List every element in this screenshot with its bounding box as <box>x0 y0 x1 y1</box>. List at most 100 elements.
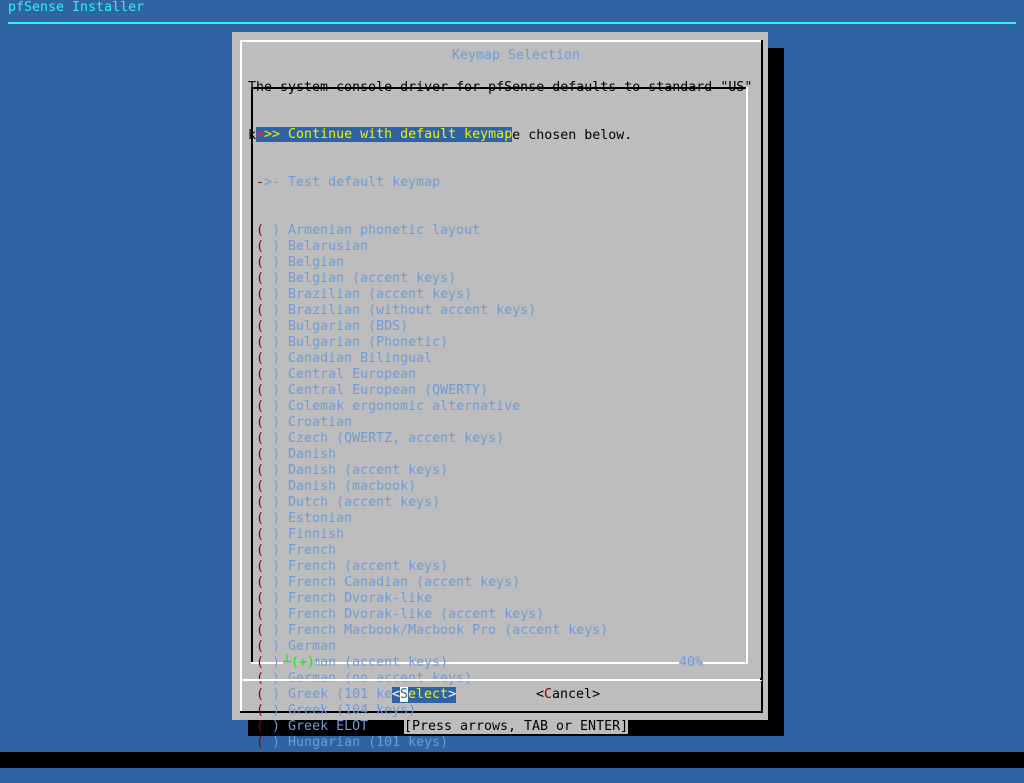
radio-open-icon: ( <box>256 415 265 430</box>
scroll-percent: 40% <box>679 655 704 671</box>
radio-open-icon: ( <box>256 543 265 558</box>
radio-open-icon: ( <box>256 399 265 414</box>
radio-close-icon: ) <box>264 575 289 590</box>
radio-close-icon: ) <box>264 495 289 510</box>
list-item[interactable]: ( ) Finnish <box>256 527 608 543</box>
radio-open-icon: ( <box>256 351 265 366</box>
radio-close-icon: ) <box>264 271 289 286</box>
hint-wrap: [Press arrows, TAB or ENTER] <box>232 703 768 751</box>
radio-open-icon: ( <box>256 319 265 334</box>
radio-close-icon: ) <box>264 639 289 654</box>
list-item-label: Bulgarian (BDS) <box>288 319 409 334</box>
radio-open-icon: ( <box>256 527 265 542</box>
list-item[interactable]: ( ) Danish (macbook) <box>256 479 608 495</box>
list-item[interactable]: ( ) Bulgarian (Phonetic) <box>256 335 608 351</box>
list-item[interactable]: ( ) French Canadian (accent keys) <box>256 575 608 591</box>
list-item-label: Bulgarian (Phonetic) <box>288 335 449 350</box>
radio-open-icon: ( <box>256 223 265 238</box>
list-item[interactable]: ( ) Armenian phonetic layout <box>256 223 608 239</box>
list-item-label: Canadian Bilingual <box>288 351 433 366</box>
button-hotkey: S <box>400 687 409 702</box>
list-item[interactable]: ( ) French Dvorak-like (accent keys) <box>256 607 608 623</box>
radio-open-icon: ( <box>256 639 265 654</box>
radio-open-icon: ( <box>256 303 265 318</box>
list-item[interactable]: ( ) French (accent keys) <box>256 559 608 575</box>
button-separator <box>240 679 762 681</box>
list-item[interactable]: ( ) Belarusian <box>256 239 608 255</box>
radio-close-icon: ) <box>264 527 289 542</box>
radio-close-icon: ) <box>264 287 289 302</box>
list-item[interactable]: ( ) Bulgarian (BDS) <box>256 319 608 335</box>
radio-close-icon: ) <box>264 399 289 414</box>
radio-close-icon: ) <box>264 383 289 398</box>
list-item-label: French Canadian (accent keys) <box>288 575 521 590</box>
radio-open-icon: ( <box>256 431 265 446</box>
selection-marker: >> <box>264 127 289 142</box>
list-item[interactable]: ( ) Danish <box>256 447 608 463</box>
list-item[interactable]: ( ) Belgian <box>256 255 608 271</box>
radio-close-icon: ) <box>264 607 289 622</box>
list-frame-top <box>251 87 747 89</box>
backtitle: pfSense Installer <box>8 0 145 15</box>
list-item-label: Central European (QWERTY) <box>288 383 489 398</box>
list-frame-right <box>746 87 748 664</box>
radio-open-icon: ( <box>256 591 265 606</box>
list-item-label: French (accent keys) <box>288 559 449 574</box>
list-item[interactable]: ( ) Danish (accent keys) <box>256 463 608 479</box>
list-item-test-default[interactable]: ->- Test default keymap <box>256 175 608 191</box>
radio-open-icon: ( <box>256 447 265 462</box>
dialog-frame-right <box>761 40 763 713</box>
list-item[interactable]: ( ) French <box>256 543 608 559</box>
list-item-label: Brazilian (without accent keys) <box>288 303 537 318</box>
test-marker-arrow-icon: >- <box>264 175 289 190</box>
radio-close-icon: ) <box>264 415 289 430</box>
list-item-label: French Macbook/Macbook Pro (accent keys) <box>288 623 609 638</box>
screen-bottom-bar <box>0 752 1024 768</box>
list-item[interactable]: ( ) Czech (QWERTZ, accent keys) <box>256 431 608 447</box>
list-item[interactable]: ( ) Brazilian (accent keys) <box>256 287 608 303</box>
list-frame-left <box>251 87 253 664</box>
selection-arrow-icon: > <box>256 127 265 142</box>
list-item[interactable]: ( ) Central European <box>256 367 608 383</box>
radio-close-icon: ) <box>264 303 289 318</box>
button-label: ancel <box>552 687 593 702</box>
radio-close-icon: ) <box>264 239 289 254</box>
radio-close-icon: ) <box>264 431 289 446</box>
list-item-continue-default[interactable]: >>> Continue with default keymap <box>256 127 608 143</box>
keymap-dialog: Keymap Selection The system console driv… <box>232 32 768 750</box>
list-item[interactable]: ( ) Brazilian (without accent keys) <box>256 303 608 319</box>
radio-close-icon: ) <box>264 223 289 238</box>
list-item[interactable]: ( ) Dutch (accent keys) <box>256 495 608 511</box>
list-item[interactable]: ( ) Belgian (accent keys) <box>256 271 608 287</box>
list-item[interactable]: ( ) Central European (QWERTY) <box>256 383 608 399</box>
list-item-label: Brazilian (accent keys) <box>288 287 473 302</box>
select-button[interactable]: <Select> <box>392 687 457 703</box>
list-item[interactable]: ( ) French Macbook/Macbook Pro (accent k… <box>256 623 608 639</box>
list-item[interactable]: ( ) Croatian <box>256 415 608 431</box>
dialog-frame-left <box>240 40 242 713</box>
radio-close-icon: ) <box>264 591 289 606</box>
button-hotkey: C <box>544 687 553 702</box>
cancel-button[interactable]: <Cancel> <box>536 687 600 703</box>
list-item[interactable]: ( ) German <box>256 639 608 655</box>
backtitle-divider <box>8 22 1016 24</box>
list-item-label: Estonian <box>288 511 353 526</box>
radio-close-icon: ) <box>264 559 289 574</box>
button-bracket: < <box>536 687 545 702</box>
radio-close-icon: ) <box>264 367 289 382</box>
list-item-label: Continue with default keymap <box>288 127 513 142</box>
list-item[interactable]: ( ) Estonian <box>256 511 608 527</box>
list-item-label: Belgian <box>288 255 345 270</box>
more-items-indicator: ┴(+) <box>283 655 316 671</box>
list-item-label: Armenian phonetic layout <box>288 223 481 238</box>
list-item[interactable]: ( ) Colemak ergonomic alternative <box>256 399 608 415</box>
list-item-label: Danish <box>288 447 337 462</box>
list-item-label: Czech (QWERTZ, accent keys) <box>288 431 505 446</box>
radio-open-icon: ( <box>256 335 265 350</box>
list-item[interactable]: ( ) French Dvorak-like <box>256 591 608 607</box>
button-label: elect <box>408 687 449 702</box>
keymap-list[interactable]: >>> Continue with default keymap ->- Tes… <box>251 87 749 750</box>
radio-open-icon: ( <box>256 575 265 590</box>
list-item[interactable]: ( ) Canadian Bilingual <box>256 351 608 367</box>
radio-open-icon: ( <box>256 271 265 286</box>
